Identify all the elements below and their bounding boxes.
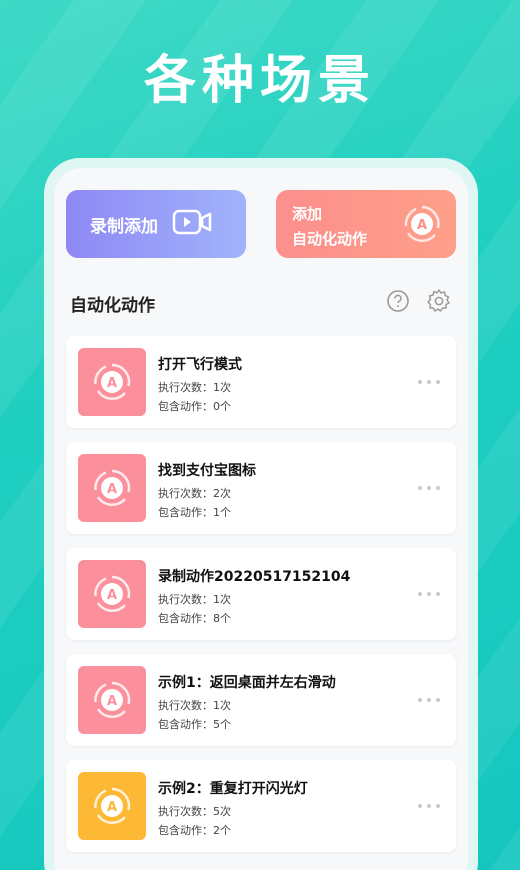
automation-a-icon: A [94, 363, 131, 400]
video-camera-icon [172, 209, 212, 239]
contained-actions: 包含动作：5个 [158, 718, 231, 731]
add-automation-button[interactable]: 添加 自动化动作 A [276, 190, 456, 258]
automation-a-icon: A [402, 204, 442, 248]
automation-title: 示例1：返回桌面并左右滑动 [158, 675, 336, 691]
automation-a-icon: A [94, 469, 131, 506]
automation-card[interactable]: A 找到支付宝图标 执行次数：2次 包含动作：1个 [66, 442, 456, 534]
svg-text:A: A [107, 694, 117, 709]
automation-card[interactable]: A 录制动作20220517152104 执行次数：1次 包含动作：8个 [66, 548, 456, 640]
execution-count: 执行次数：2次 [158, 487, 231, 500]
execution-count: 执行次数：1次 [158, 381, 231, 394]
automation-a-icon: A [94, 575, 131, 612]
hero-title: 各种场景 [143, 51, 376, 111]
automation-thumbnail: A [78, 454, 146, 522]
automation-title: 找到支付宝图标 [158, 463, 256, 479]
automation-thumbnail: A [78, 560, 146, 628]
header-icons [386, 288, 452, 318]
automation-card[interactable]: A 打开飞行模式 执行次数：1次 包含动作：0个 [66, 336, 456, 428]
automation-title: 录制动作20220517152104 [158, 569, 351, 585]
contained-actions: 包含动作：1个 [158, 506, 231, 519]
automation-thumbnail: A [78, 348, 146, 416]
automation-a-icon: A [94, 681, 131, 718]
automation-card[interactable]: A 示例1：返回桌面并左右滑动 执行次数：1次 包含动作：5个 [66, 654, 456, 746]
more-options-icon[interactable] [418, 584, 440, 604]
svg-text:A: A [107, 376, 117, 391]
settings-gear-icon[interactable] [426, 288, 452, 318]
more-options-icon[interactable] [418, 478, 440, 498]
record-add-button[interactable]: 录制添加 [66, 190, 246, 258]
svg-text:A: A [107, 800, 117, 815]
phone-frame: 录制添加 添加 自动化动作 A 自动化动作 A 打开飞行模式 执行次数：1次 包… [44, 158, 478, 870]
app-screen: 录制添加 添加 自动化动作 A 自动化动作 A 打开飞行模式 执行次数：1次 包… [54, 168, 468, 870]
more-options-icon[interactable] [418, 796, 440, 816]
automation-thumbnail: A [78, 772, 146, 840]
more-options-icon[interactable] [418, 372, 440, 392]
automation-title: 打开飞行模式 [158, 357, 242, 373]
automation-card[interactable]: A 示例2：重复打开闪光灯 执行次数：5次 包含动作：2个 [66, 760, 456, 852]
help-icon[interactable] [386, 289, 410, 317]
execution-count: 执行次数：1次 [158, 699, 231, 712]
record-add-label: 录制添加 [90, 216, 158, 237]
svg-text:A: A [107, 588, 117, 603]
section-title: 自动化动作 [70, 295, 155, 316]
contained-actions: 包含动作：0个 [158, 400, 231, 413]
automation-a-icon: A [94, 787, 131, 824]
contained-actions: 包含动作：2个 [158, 824, 231, 837]
execution-count: 执行次数：5次 [158, 805, 231, 818]
automation-list: A 打开飞行模式 执行次数：1次 包含动作：0个 A 找到支付宝图标 执行次数：… [66, 336, 456, 866]
execution-count: 执行次数：1次 [158, 593, 231, 606]
svg-text:A: A [107, 482, 117, 497]
more-options-icon[interactable] [418, 690, 440, 710]
contained-actions: 包含动作：8个 [158, 612, 231, 625]
top-actions: 录制添加 添加 自动化动作 A [66, 190, 456, 258]
section-header: 自动化动作 [70, 288, 452, 318]
automation-title: 示例2：重复打开闪光灯 [158, 781, 308, 797]
automation-thumbnail: A [78, 666, 146, 734]
svg-text:A: A [417, 218, 427, 233]
